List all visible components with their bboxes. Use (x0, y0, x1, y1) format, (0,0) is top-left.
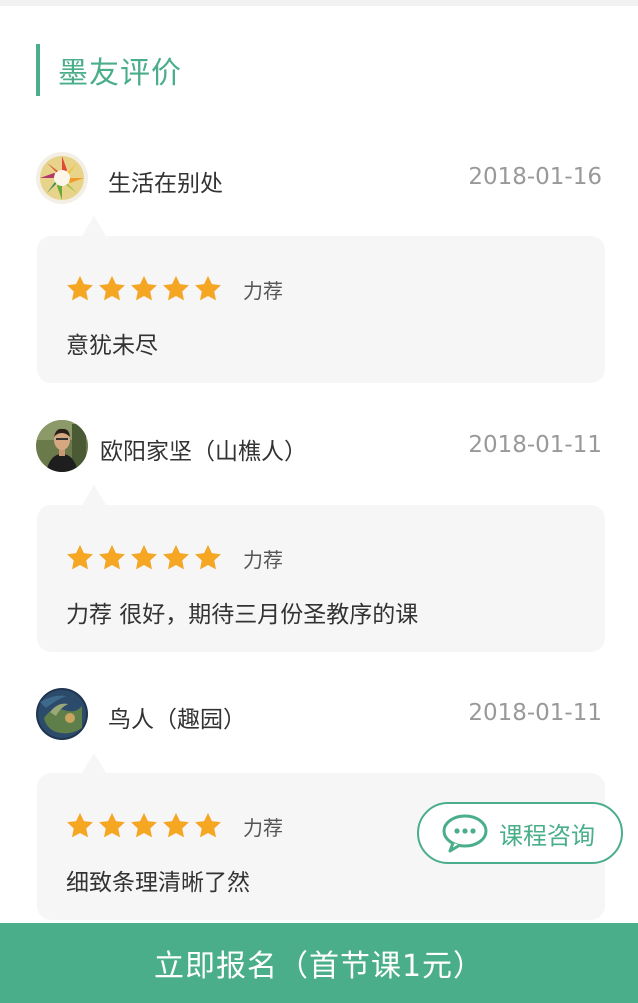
star-icon (193, 811, 223, 841)
star-rating (65, 543, 225, 573)
star-icon (97, 811, 127, 841)
star-icon (129, 543, 159, 573)
review-date: 2018-01-11 (468, 700, 602, 726)
section-accent-bar (36, 44, 40, 96)
avatar[interactable] (36, 420, 88, 472)
review-date: 2018-01-11 (468, 432, 602, 458)
star-icon (193, 274, 223, 304)
chat-bubble-icon (441, 813, 489, 853)
section-title: 墨友评价 (58, 56, 182, 91)
section-header: 墨友评价 (36, 44, 182, 96)
bubble-pointer (82, 485, 106, 505)
star-icon (161, 543, 191, 573)
consult-label: 课程咨询 (499, 821, 595, 850)
signup-button[interactable]: 立即报名（首节课1元） (0, 923, 638, 1003)
rating-label: 力荐 (243, 547, 283, 572)
star-icon (193, 543, 223, 573)
star-icon (97, 274, 127, 304)
signup-label: 立即报名（首节课1元） (153, 949, 485, 984)
review-text: 意犹未尽 (66, 333, 158, 359)
review-text: 细致条理清晰了然 (66, 870, 250, 896)
review-header: 生活在别处 2018-01-16 (36, 152, 602, 206)
star-icon (129, 274, 159, 304)
rating-row: 力荐 (65, 272, 283, 306)
rating-row: 力荐 (65, 541, 283, 575)
rating-label: 力荐 (243, 815, 283, 840)
star-icon (161, 811, 191, 841)
review-header: 欧阳家坚（山樵人） 2018-01-11 (36, 420, 602, 474)
bubble-pointer (82, 216, 106, 236)
star-icon (129, 811, 159, 841)
rating-label: 力荐 (243, 278, 283, 303)
star-rating (65, 274, 225, 304)
rating-row: 力荐 (65, 809, 283, 843)
avatar[interactable] (36, 152, 88, 204)
star-icon (65, 811, 95, 841)
bubble-pointer (82, 753, 106, 773)
top-divider (0, 0, 638, 6)
review-date: 2018-01-16 (468, 164, 602, 190)
review-card: 力荐 意犹未尽 (37, 236, 605, 383)
star-icon (161, 274, 191, 304)
star-icon (65, 274, 95, 304)
avatar[interactable] (36, 688, 88, 740)
review-header: 鸟人（趣园） 2018-01-11 (36, 688, 602, 742)
user-name: 生活在别处 (108, 171, 223, 197)
review-card: 力荐 力荐 很好，期待三月份圣教序的课 (37, 505, 605, 652)
star-icon (97, 543, 127, 573)
star-rating (65, 811, 225, 841)
review-text: 力荐 很好，期待三月份圣教序的课 (66, 602, 419, 628)
course-consult-button[interactable]: 课程咨询 (417, 802, 623, 864)
user-name: 欧阳家坚（山樵人） (100, 439, 307, 465)
star-icon (65, 543, 95, 573)
user-name: 鸟人（趣园） (108, 707, 246, 733)
